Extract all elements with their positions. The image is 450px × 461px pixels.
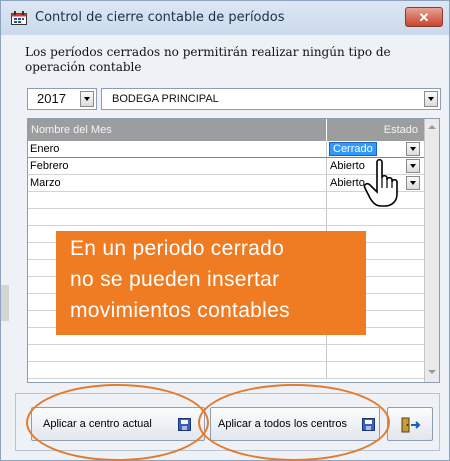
state-cell [326,345,424,361]
branch-value: BODEGA PRINCIPAL [112,93,219,105]
month-cell: Enero [30,143,60,155]
table-row [28,345,424,362]
vertical-scrollbar[interactable] [424,119,439,382]
title-bar: Control de cierre contable de períodos ✕ [1,1,449,35]
state-value: Abierto [330,160,365,172]
table-row [28,362,424,379]
apply-all-centers-label: Aplicar a todos los centros [218,418,348,430]
table-row [28,209,424,226]
month-cell: Marzo [30,177,61,189]
callout-line: no se pueden insertar [70,268,280,291]
side-marker [1,285,9,321]
chevron-down-icon[interactable] [406,176,420,190]
year-value: 2017 [37,91,66,106]
apply-current-center-button[interactable]: Aplicar a centro actual [31,407,205,441]
save-icon [362,418,375,431]
callout-line: En un periodo cerrado [70,237,285,260]
state-cell [326,362,424,378]
callout-note: En un periodo cerrado no se pueden inser… [56,231,366,335]
calendar-icon [11,11,27,25]
chevron-down-icon[interactable] [406,142,420,156]
apply-all-centers-button[interactable]: Aplicar a todos los centros [210,407,380,441]
apply-current-center-label: Aplicar a centro actual [43,418,152,430]
state-cell [326,209,424,225]
exit-button[interactable] [387,407,433,441]
state-value: Cerrado [329,142,377,156]
exit-door-icon [401,417,421,433]
state-value: Abierto [330,177,365,189]
scroll-up-icon[interactable] [426,120,438,135]
window-title: Control de cierre contable de períodos [35,10,285,25]
column-header-state[interactable]: Estado [326,119,424,141]
year-select[interactable]: 2017 [27,88,97,110]
callout-line: movimientos contables [70,299,290,322]
month-cell: Febrero [30,160,69,172]
table-row[interactable]: Enero Cerrado [28,141,424,158]
branch-select[interactable]: BODEGA PRINCIPAL [101,88,441,110]
grid-header: Nombre del Mes Estado [28,119,424,141]
hand-pointer-icon [363,158,398,207]
close-button[interactable]: ✕ [405,7,443,27]
column-header-month[interactable]: Nombre del Mes [31,124,112,136]
chevron-down-icon[interactable] [80,91,94,107]
chevron-down-icon[interactable] [424,91,438,107]
chevron-down-icon[interactable] [406,159,420,173]
scroll-down-icon[interactable] [426,365,438,380]
period-close-window: Control de cierre contable de períodos ✕… [0,0,450,461]
save-icon [178,418,191,431]
info-message: Los períodos cerrados no permitirán real… [25,45,391,74]
state-cell[interactable]: Cerrado [326,141,424,157]
